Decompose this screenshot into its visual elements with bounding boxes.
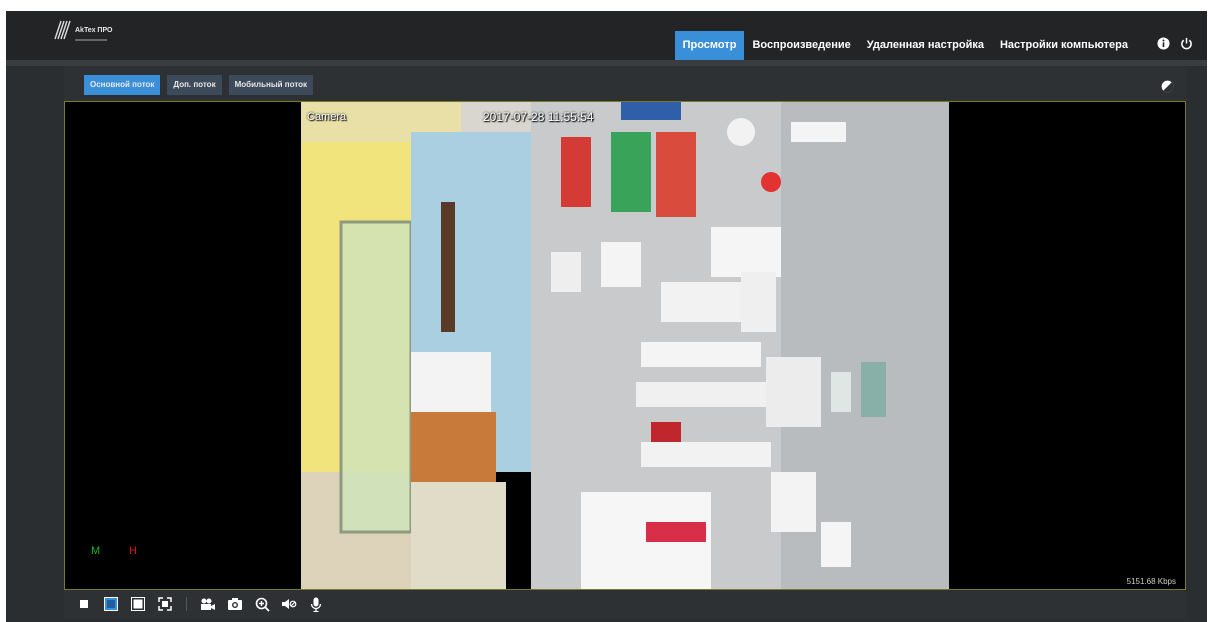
camera-feed-illustration [301,102,949,589]
tab-main-stream[interactable]: Основной поток [84,75,161,95]
snapshot-icon [228,598,242,610]
logo: AkTex ПРО [52,19,113,41]
logo-underline [75,39,107,41]
zoom-in-button[interactable] [254,596,270,612]
alarm-indicator: H [129,545,137,557]
timestamp-overlay: 2017-07-28 11:55:54 [483,110,594,124]
record-icon [201,598,215,610]
microphone-icon [310,597,322,612]
record-button[interactable] [200,596,216,612]
zoom-in-icon [255,597,270,612]
nav-playback[interactable]: Воспроизведение [744,31,858,60]
nav-remote-settings[interactable]: Удаленная настройка [859,31,992,60]
stream-tabs: Основной поток Доп. поток Мобильный пото… [84,75,314,95]
contrast-icon[interactable] [1161,80,1174,93]
mute-button[interactable] [281,596,297,612]
info-icon[interactable] [1157,37,1170,50]
nav-live-view[interactable]: Просмотр [674,31,745,60]
video-toolbar [76,596,324,612]
camera-name-label: Camera [307,111,347,123]
layout-window-button[interactable] [130,596,146,612]
toolbar-divider [186,597,187,611]
app-window: AkTex ПРО Просмотр Воспроизведение Удале… [6,11,1207,622]
fullscreen-button[interactable] [157,596,173,612]
layout-single-button[interactable] [103,596,119,612]
fullscreen-icon [158,597,172,611]
main-nav: Просмотр Воспроизведение Удаленная настр… [674,31,1136,60]
video-frame[interactable]: Camera 2017-07-28 11:55:54 M H 5151.68 K… [64,101,1186,590]
logo-text: AkTex ПРО [75,27,113,34]
stop-icon [80,600,88,608]
nav-computer-settings[interactable]: Настройки компьютера [992,31,1136,60]
tab-mobile-stream[interactable]: Мобильный поток [228,75,314,95]
tab-sub-stream[interactable]: Доп. поток [167,75,222,95]
logo-icon [54,20,71,40]
live-view-panel: Основной поток Доп. поток Мобильный пото… [64,66,1186,618]
power-icon[interactable] [1180,37,1193,50]
microphone-button[interactable] [308,596,324,612]
mute-icon [282,599,297,609]
top-bar: AkTex ПРО Просмотр Воспроизведение Удале… [6,11,1207,60]
camera-feed-image [301,102,949,589]
stop-button[interactable] [76,596,92,612]
layout-window-icon [131,597,145,611]
bitrate-readout: 5151.68 Kbps [1126,577,1176,586]
nav-icons [1157,37,1193,50]
snapshot-button[interactable] [227,596,243,612]
layout-single-icon [104,597,118,611]
motion-indicator: M [91,545,101,557]
